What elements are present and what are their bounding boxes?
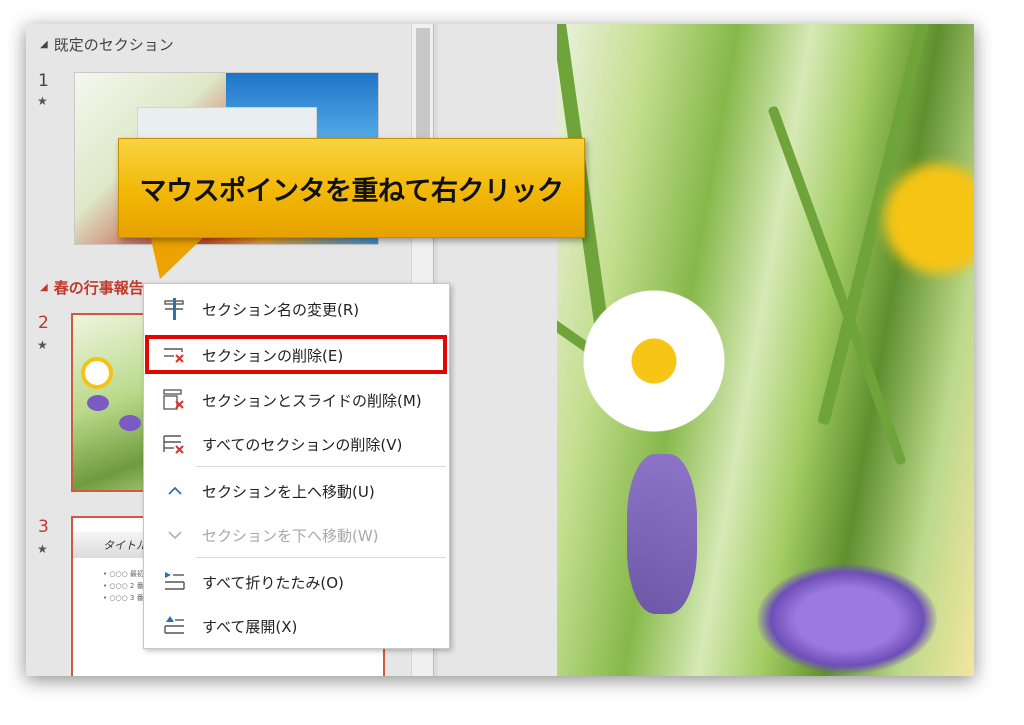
slide-canvas[interactable]: [557, 24, 974, 676]
rename-section-icon: [162, 296, 188, 322]
instruction-callout: マウスポインタを重ねて右クリック: [118, 138, 585, 238]
menu-item-label: すべてのセクションの削除(V): [202, 435, 403, 454]
menu-item-move-section-down[interactable]: セクションを下へ移動(W): [144, 516, 449, 554]
section-header-default[interactable]: ◢ 既定のセクション: [40, 34, 174, 55]
menu-item-label: すべて展開(X): [202, 617, 298, 636]
scrollbar-thumb[interactable]: [416, 28, 430, 148]
menu-item-move-section-up[interactable]: セクションを上へ移動(U): [144, 472, 449, 510]
menu-item-delete-all-sections[interactable]: すべてのセクションの削除(V): [144, 425, 449, 463]
violet-flower-image: [627, 454, 697, 614]
violet-flower-image: [757, 564, 937, 674]
menu-item-label: セクションを下へ移動(W): [202, 526, 379, 545]
menu-item-rename-section[interactable]: セクション名の変更(R): [144, 290, 449, 328]
yellow-flower-image: [884, 164, 974, 274]
collapse-all-icon: [162, 569, 188, 595]
daisy-image: [81, 357, 113, 389]
animation-star-icon: ★: [37, 542, 48, 556]
section-label: 春の行事報告: [53, 279, 144, 297]
section-header-spring[interactable]: ◢ 春の行事報告: [40, 277, 144, 298]
thumbnail-title: タイトル: [103, 539, 147, 552]
section-label: 既定のセクション: [53, 36, 174, 54]
collapse-triangle-icon[interactable]: ◢: [40, 282, 48, 293]
menu-item-label: すべて折りたたみ(O): [202, 573, 344, 592]
delete-all-sections-icon: [162, 431, 188, 457]
menu-item-expand-all[interactable]: すべて展開(X): [144, 607, 449, 645]
chevron-up-icon: [162, 478, 188, 504]
chevron-down-icon: [162, 522, 188, 548]
violet-image: [87, 395, 109, 411]
slide-number: 2: [38, 313, 49, 333]
highlight-box: [145, 335, 447, 374]
menu-separator: [196, 466, 446, 467]
delete-section-slides-icon: [162, 387, 188, 413]
slide-number: 1: [38, 71, 49, 91]
violet-image: [119, 415, 141, 431]
daisy-flower-image: [579, 286, 729, 436]
menu-item-label: セクションを上へ移動(U): [202, 482, 375, 501]
collapse-triangle-icon[interactable]: ◢: [40, 39, 48, 50]
animation-star-icon: ★: [37, 94, 48, 108]
menu-item-delete-section-and-slides[interactable]: セクションとスライドの削除(M): [144, 381, 449, 419]
animation-star-icon: ★: [37, 338, 48, 352]
menu-separator: [196, 557, 446, 558]
callout-text: マウスポインタを重ねて右クリック: [139, 175, 565, 207]
callout-pointer: [150, 235, 206, 279]
expand-all-icon: [162, 613, 188, 639]
menu-item-label: セクションとスライドの削除(M): [202, 391, 422, 410]
slide-number: 3: [38, 517, 49, 537]
menu-item-collapse-all[interactable]: すべて折りたたみ(O): [144, 563, 449, 601]
menu-item-label: セクション名の変更(R): [202, 300, 360, 319]
